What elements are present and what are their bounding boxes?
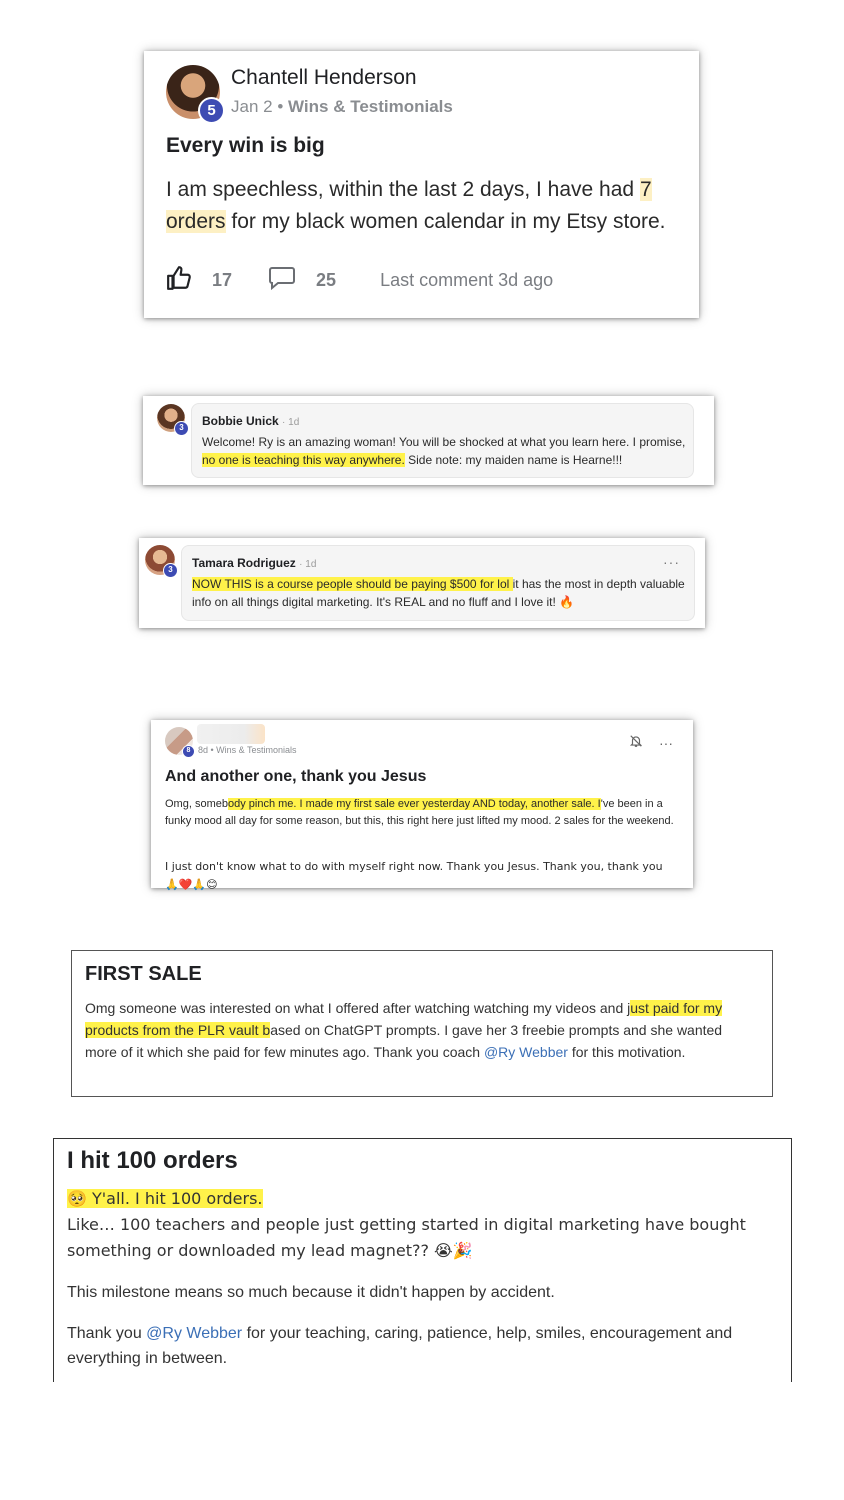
like-count: 17 bbox=[212, 269, 233, 290]
post-body: 🥺 Y'all. I hit 100 orders. Like… 100 tea… bbox=[67, 1186, 783, 1387]
post-title[interactable]: I hit 100 orders bbox=[67, 1147, 238, 1175]
comment-icon[interactable] bbox=[268, 266, 296, 295]
post-body: Omg, somebody pinch me. I made my first … bbox=[165, 798, 674, 827]
level-badge: 3 bbox=[174, 421, 189, 436]
author-name[interactable]: Chantell Henderson bbox=[231, 66, 417, 90]
thumbs-up-icon[interactable] bbox=[166, 265, 192, 296]
meta-separator: • bbox=[277, 97, 284, 116]
post-date: Jan 2 bbox=[231, 97, 273, 116]
post-body-2: I just don't know what to do with myself… bbox=[165, 860, 663, 891]
comment-bubble: Bobbie Unick · 1d Welcome! Ry is an amaz… bbox=[191, 403, 694, 478]
post-body: Omg someone was interested on what I off… bbox=[85, 1000, 723, 1060]
post-paragraph: Thank you @Ry Webber for your teaching, … bbox=[67, 1325, 733, 1367]
level-badge: 8 bbox=[182, 745, 195, 758]
comment-text: NOW THIS is a course people should be pa… bbox=[192, 577, 685, 609]
post-meta: 8d • Wins & Testimonials bbox=[198, 745, 297, 755]
comment-time: · 1d bbox=[299, 559, 317, 570]
level-badge: 3 bbox=[163, 563, 178, 578]
mention-link[interactable]: @Ry Webber bbox=[484, 1044, 568, 1060]
highlight: no one is teaching this way anywhere. bbox=[202, 453, 405, 467]
post-line: Like… 100 teachers and people just getti… bbox=[67, 1215, 746, 1260]
author-name[interactable]: Bobbie Unick bbox=[202, 414, 279, 428]
post-card-first-sale[interactable]: FIRST SALE Omg someone was interested on… bbox=[71, 950, 773, 1097]
level-badge: 5 bbox=[198, 97, 225, 124]
mention-link[interactable]: @Ry Webber bbox=[146, 1325, 242, 1342]
comment-count: 25 bbox=[316, 269, 337, 290]
post-category[interactable]: Wins & Testimonials bbox=[288, 97, 453, 116]
post-meta: Jan 2 • Wins & Testimonials bbox=[231, 97, 453, 117]
comment-header: Tamara Rodriguez · 1d bbox=[192, 556, 316, 570]
comment-text: Welcome! Ry is an amazing woman! You wil… bbox=[202, 435, 686, 467]
post-card-100-orders[interactable]: I hit 100 orders 🥺 Y'all. I hit 100 orde… bbox=[53, 1138, 792, 1382]
comment-header: Bobbie Unick · 1d bbox=[202, 414, 299, 428]
post-title[interactable]: And another one, thank you Jesus bbox=[165, 768, 426, 786]
comment-bubble: Tamara Rodriguez · 1d ··· NOW THIS is a … bbox=[181, 545, 695, 621]
comment-card-bobbie: 3 Bobbie Unick · 1d Welcome! Ry is an am… bbox=[143, 396, 714, 485]
comment-time: · 1d bbox=[282, 417, 300, 428]
highlight: 🥺 Y'all. I hit 100 orders. bbox=[67, 1189, 263, 1208]
bell-off-icon[interactable] bbox=[629, 734, 643, 751]
comment-card-tamara: 3 Tamara Rodriguez · 1d ··· NOW THIS is … bbox=[139, 538, 705, 628]
author-name[interactable]: Tamara Rodriguez bbox=[192, 556, 296, 570]
post-body: I am speechless, within the last 2 days,… bbox=[166, 178, 666, 233]
more-options-icon[interactable]: ··· bbox=[659, 735, 673, 751]
more-options-icon[interactable]: ··· bbox=[663, 554, 680, 570]
post-paragraph: This milestone means so much because it … bbox=[67, 1284, 555, 1301]
last-comment: Last comment 3d ago bbox=[380, 269, 554, 290]
post-title[interactable]: Every win is big bbox=[166, 134, 325, 158]
post-actions: ··· bbox=[629, 734, 673, 751]
post-card-another-one[interactable]: 8 8d • Wins & Testimonials ··· And anoth… bbox=[151, 720, 693, 891]
blurred-author-name bbox=[197, 724, 265, 744]
post-card-every-win[interactable]: 5 Chantell Henderson Jan 2 • Wins & Test… bbox=[144, 51, 699, 318]
post-title[interactable]: FIRST SALE bbox=[85, 963, 202, 986]
highlight: ody pinch me. I made my first sale ever … bbox=[227, 798, 601, 810]
post-stats: 17 25 Last comment 3d ago bbox=[166, 265, 553, 295]
highlight: NOW THIS is a course people should be pa… bbox=[192, 577, 513, 591]
